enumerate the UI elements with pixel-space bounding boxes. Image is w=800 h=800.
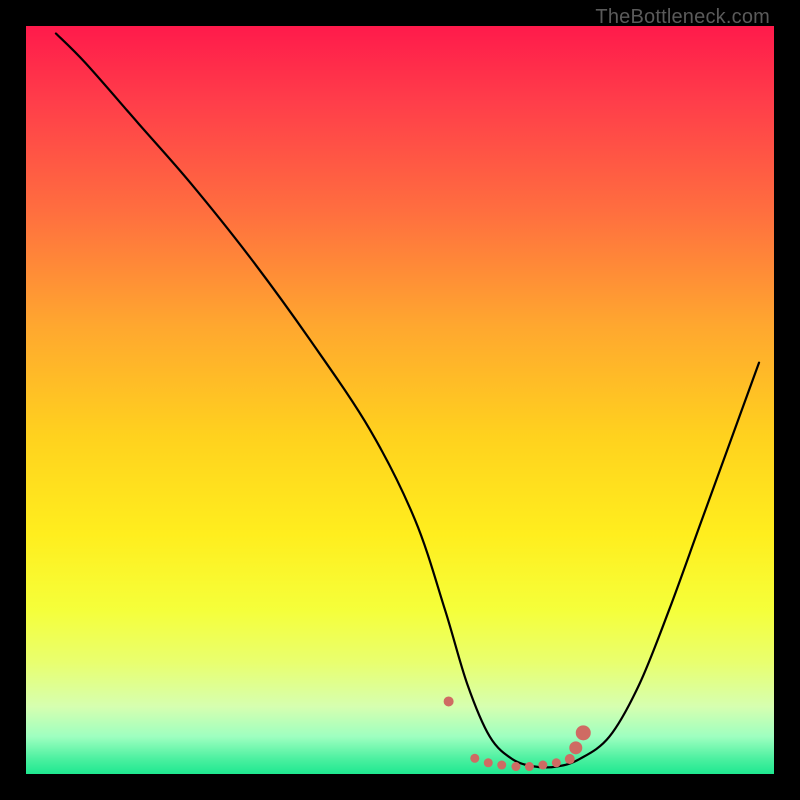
marker-dot	[470, 754, 479, 763]
marker-dot	[525, 762, 534, 771]
marker-dot	[511, 762, 520, 771]
marker-dot	[569, 741, 582, 754]
marker-dot	[552, 758, 561, 767]
chart-svg	[26, 26, 774, 774]
chart-stage: TheBottleneck.com	[0, 0, 800, 800]
marker-dot	[576, 725, 591, 740]
marker-dot	[538, 761, 547, 770]
marker-dot	[484, 758, 493, 767]
plot-area	[26, 26, 774, 774]
marker-dot	[565, 754, 575, 764]
marker-dot	[497, 761, 506, 770]
marker-dot	[444, 696, 454, 706]
marker-group	[444, 696, 591, 771]
curve-path	[56, 33, 759, 767]
